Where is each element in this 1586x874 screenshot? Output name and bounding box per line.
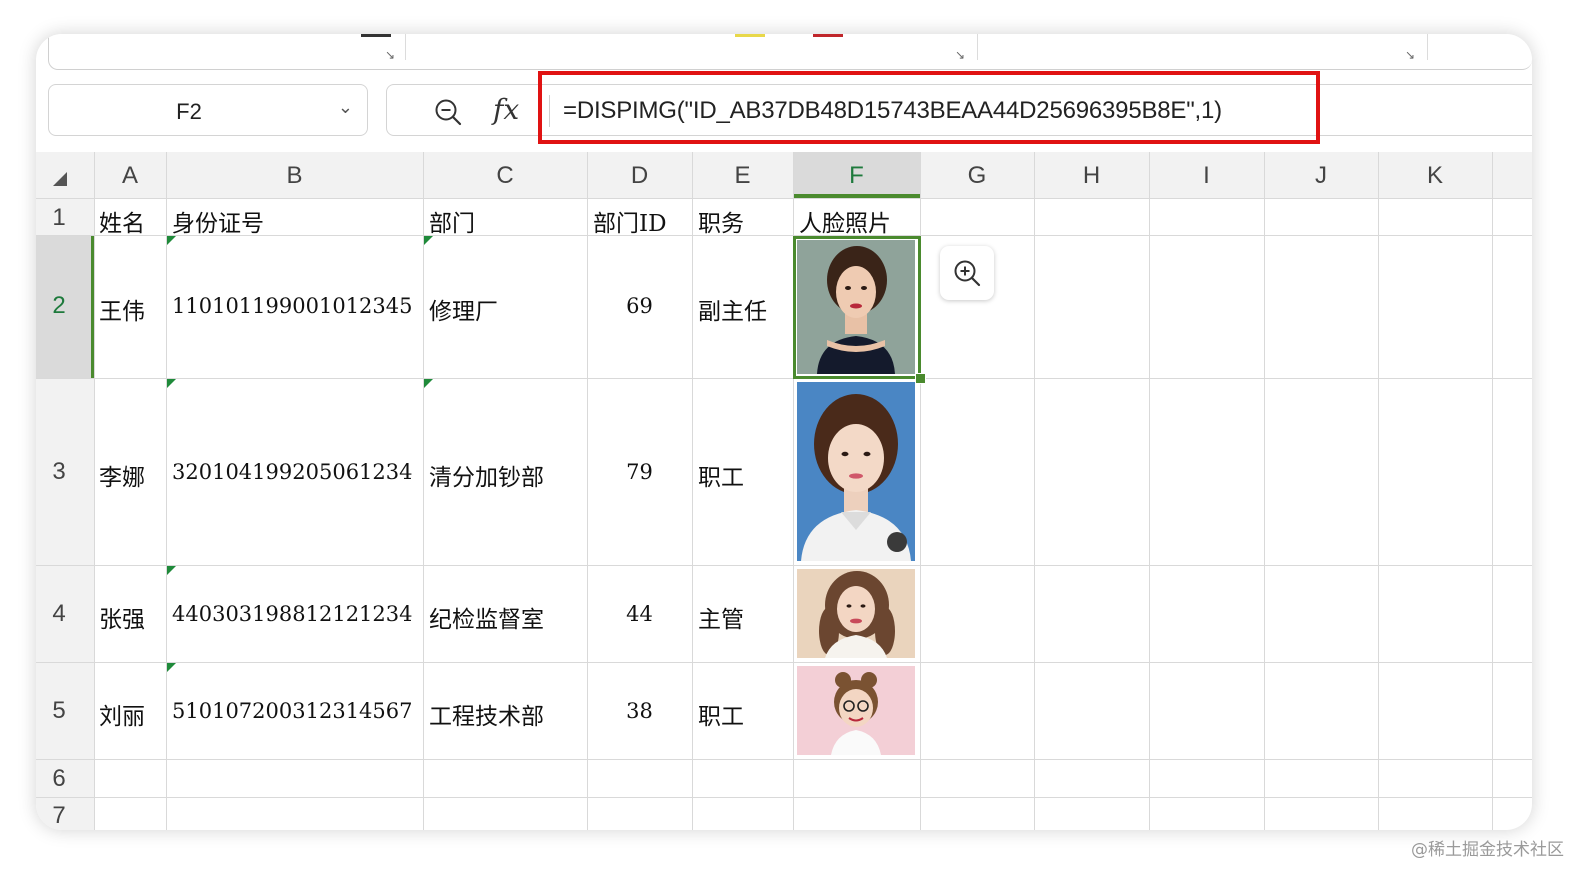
spreadsheet-window: ↘ ↘ ↘ F2 ⌄ fx =DISPIMG("ID_AB37DB48D1574… — [36, 34, 1532, 830]
select-all-corner-icon[interactable] — [53, 172, 67, 186]
grid-line — [36, 759, 1532, 760]
ribbon-divider — [405, 34, 406, 60]
ribbon-swatch-dark — [361, 34, 391, 37]
cell-id-number[interactable]: 320104199205061234 — [172, 460, 413, 484]
fill-handle[interactable] — [915, 373, 926, 384]
grid-line — [36, 378, 1532, 379]
grid-line — [692, 152, 693, 830]
name-box[interactable]: F2 ⌄ — [48, 84, 368, 136]
face-photo-3[interactable] — [797, 569, 915, 658]
column-header-I[interactable]: I — [1149, 162, 1264, 190]
face-photo-4[interactable] — [797, 666, 915, 755]
column-header-A[interactable]: A — [94, 162, 166, 190]
formula-bar-divider — [549, 95, 550, 127]
grid-line — [587, 152, 588, 830]
cell-title[interactable]: 职工 — [698, 697, 744, 731]
face-photo-2[interactable] — [797, 382, 915, 561]
cell-title[interactable]: 职工 — [698, 458, 744, 492]
cell-id-number[interactable]: 110101199001012345 — [172, 294, 413, 318]
column-header-B[interactable]: B — [166, 162, 423, 190]
grid-line — [920, 152, 921, 830]
cell-dept-id[interactable]: 69 — [587, 294, 692, 318]
ribbon-swatch-yellow — [735, 34, 765, 37]
grid-line — [1034, 152, 1035, 830]
grid-line — [423, 152, 424, 830]
watermark: @稀土掘金技术社区 — [1411, 840, 1564, 860]
comment-marker — [424, 379, 433, 388]
grid-line — [36, 797, 1532, 798]
comment-marker — [167, 379, 176, 388]
zoom-out-icon[interactable] — [433, 97, 463, 127]
column-header-G[interactable]: G — [920, 162, 1034, 190]
ribbon-divider — [1427, 34, 1428, 60]
row-header-5[interactable]: 5 — [36, 697, 82, 725]
comment-marker — [167, 566, 176, 575]
image-zoom-button[interactable] — [940, 246, 994, 300]
row-header-2[interactable]: 2 — [36, 292, 82, 320]
grid-line — [1492, 152, 1493, 830]
grid-line — [94, 152, 95, 830]
cell-department[interactable]: 工程技术部 — [429, 697, 544, 731]
column-header-C[interactable]: C — [423, 162, 587, 190]
cell-name[interactable]: 张强 — [99, 600, 145, 634]
row-header-6[interactable]: 6 — [36, 765, 82, 793]
grid-line — [793, 152, 794, 830]
row-header-4[interactable]: 4 — [36, 600, 82, 628]
dialog-launcher-icon[interactable]: ↘ — [1405, 48, 1415, 62]
grid-line — [1149, 152, 1150, 830]
grid-line — [36, 565, 1532, 566]
header-cell-dept-id[interactable]: 部门ID — [593, 204, 667, 238]
cell-name[interactable]: 王伟 — [99, 292, 145, 326]
cell-dept-id[interactable]: 44 — [587, 602, 692, 626]
column-header-H[interactable]: H — [1034, 162, 1149, 190]
cell-department[interactable]: 修理厂 — [429, 292, 498, 326]
comment-marker — [424, 236, 433, 245]
grid-line — [1378, 152, 1379, 830]
row-header-7[interactable]: 7 — [36, 802, 82, 830]
column-header-D[interactable]: D — [587, 162, 692, 190]
column-header-E[interactable]: E — [692, 162, 793, 190]
header-cell-department[interactable]: 部门 — [429, 204, 475, 238]
cell-department[interactable]: 纪检监督室 — [429, 600, 544, 634]
row-header-1[interactable]: 1 — [36, 204, 82, 232]
header-cell-name[interactable]: 姓名 — [99, 204, 145, 238]
cell-title[interactable]: 副主任 — [698, 292, 767, 326]
cell-title[interactable]: 主管 — [698, 600, 744, 634]
grid-line — [36, 198, 1532, 199]
dialog-launcher-icon[interactable]: ↘ — [385, 48, 395, 62]
grid-line — [166, 152, 167, 830]
column-header-J[interactable]: J — [1264, 162, 1378, 190]
zoom-in-icon — [954, 260, 981, 287]
comment-marker — [167, 236, 176, 245]
cell-name[interactable]: 刘丽 — [99, 697, 145, 731]
ribbon-remnant: ↘ ↘ ↘ — [48, 34, 1532, 70]
grid-line — [1264, 152, 1265, 830]
grid-line — [36, 662, 1532, 663]
cell-dept-id[interactable]: 79 — [587, 460, 692, 484]
header-cell-title[interactable]: 职务 — [698, 204, 744, 238]
cell-dept-id[interactable]: 38 — [587, 699, 692, 723]
cell-id-number[interactable]: 510107200312314567 — [172, 699, 413, 723]
header-cell-face-photo[interactable]: 人脸照片 — [799, 204, 891, 238]
column-header-F[interactable]: F — [793, 162, 920, 190]
header-cell-id-number[interactable]: 身份证号 — [172, 204, 264, 238]
column-header-K[interactable]: K — [1378, 162, 1492, 190]
dialog-launcher-icon[interactable]: ↘ — [955, 48, 965, 62]
comment-marker — [167, 663, 176, 672]
fx-icon[interactable]: fx — [493, 93, 519, 126]
formula-bar[interactable]: fx =DISPIMG("ID_AB37DB48D15743BEAA44D256… — [386, 84, 1532, 136]
sheet-grid[interactable]: A B C D E F G H I J K 1 2 3 4 5 6 7 姓名 身… — [36, 152, 1532, 830]
formula-input[interactable]: =DISPIMG("ID_AB37DB48D15743BEAA44D256963… — [563, 97, 1222, 125]
face-photo-1[interactable] — [797, 240, 915, 374]
ribbon-swatch-red — [813, 34, 843, 37]
row-header-3[interactable]: 3 — [36, 458, 82, 486]
ribbon-divider — [977, 34, 978, 60]
cell-id-number[interactable]: 440303198812121234 — [172, 602, 413, 626]
cell-name[interactable]: 李娜 — [99, 458, 145, 492]
cell-department[interactable]: 清分加钞部 — [429, 458, 544, 492]
name-box-value: F2 — [176, 99, 202, 124]
chevron-down-icon[interactable]: ⌄ — [338, 97, 353, 118]
